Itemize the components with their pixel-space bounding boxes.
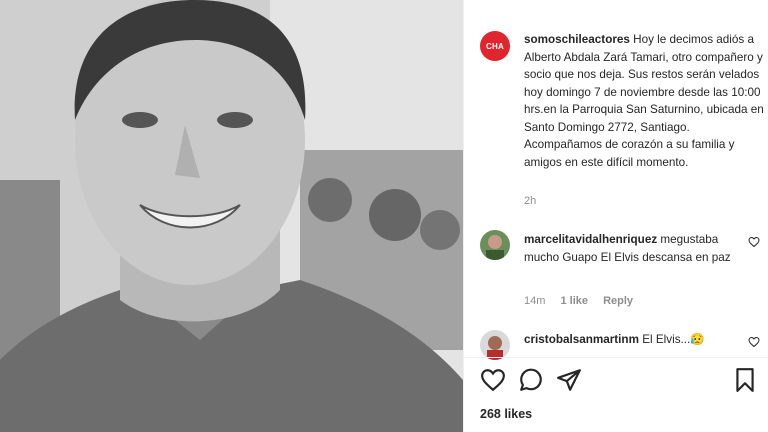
bookmark-icon[interactable] [732, 367, 758, 393]
actions-divider [464, 357, 768, 358]
comment-username[interactable]: marcelitavidalhenriquez [524, 233, 657, 246]
comment-heart-icon[interactable] [748, 236, 760, 248]
comment-emoji: 😥 [690, 333, 705, 346]
commenter-avatar[interactable] [480, 330, 510, 360]
comment-likes[interactable]: 1 like [560, 295, 588, 307]
comment-time[interactable]: 14m [524, 295, 545, 307]
comment-item: cristobalsanmartinm El Elvis...😥 [480, 330, 760, 360]
comment-heart-icon[interactable] [748, 336, 760, 348]
reply-button[interactable]: Reply [603, 295, 633, 307]
comment-item: marcelitavidalhenriquez megustaba mucho … [480, 230, 760, 310]
heart-icon[interactable] [480, 367, 506, 393]
comment-username[interactable]: cristobalsanmartinm [524, 333, 639, 346]
author-username[interactable]: somoschileactores [524, 33, 630, 46]
paper-plane-icon[interactable] [556, 367, 582, 393]
comment-body: marcelitavidalhenriquez megustaba mucho … [524, 231, 744, 266]
post-photo-illustration [0, 0, 463, 432]
comment-meta: 14m 1 like Reply [524, 295, 645, 307]
author-avatar-text: CHA [486, 41, 504, 51]
action-bar [480, 367, 758, 393]
caption-text: Hoy le decimos adiós a Alberto Abdala Za… [524, 33, 764, 169]
author-avatar[interactable]: CHA [480, 31, 510, 61]
comment-icon[interactable] [518, 367, 544, 393]
post-photo [0, 0, 463, 432]
post-caption: somoschileactores Hoy le decimos adiós a… [524, 31, 764, 171]
post-sidebar: CHA somoschileactores Hoy le decimos adi… [463, 0, 768, 432]
likes-count[interactable]: 268 likes [480, 407, 532, 421]
comment-body: cristobalsanmartinm El Elvis...😥 [524, 331, 744, 349]
post-timestamp[interactable]: 2h [524, 195, 536, 207]
comment-text: El Elvis... [642, 333, 691, 346]
commenter-avatar[interactable] [480, 230, 510, 260]
